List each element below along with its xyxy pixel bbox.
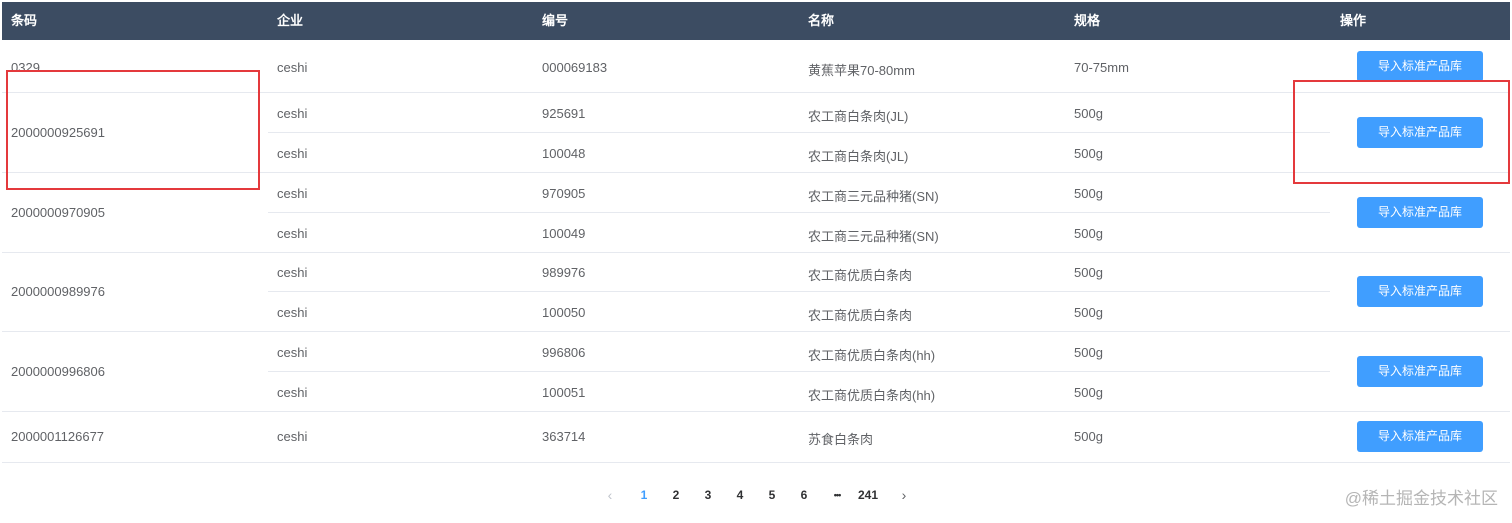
barcode-cell: 2000000970905 [11, 205, 105, 220]
code-cell: 363714 [542, 429, 586, 444]
code-cell: 000069183 [542, 60, 608, 75]
name-cell: 农工商优质白条肉(hh) [808, 348, 936, 363]
name-cell: 苏食白条肉 [808, 432, 874, 447]
import-standard-button[interactable]: 导入标准产品库 [1357, 197, 1483, 228]
barcode-cell: 2000000989976 [11, 284, 105, 299]
import-standard-button[interactable]: 导入标准产品库 [1357, 421, 1483, 452]
next-page-icon[interactable]: › [894, 485, 914, 505]
sub-row: ceshi 100050 农工商优质白条肉 500g [268, 292, 1330, 331]
company-cell: ceshi [277, 385, 308, 400]
code-cell: 925691 [542, 106, 586, 121]
page-2[interactable]: 2 [666, 485, 686, 505]
name-cell: 农工商白条肉(JL) [808, 149, 909, 164]
sub-row: ceshi 100049 农工商三元品种猪(SN) 500g [268, 213, 1330, 252]
name-cell: 农工商优质白条肉 [808, 308, 913, 323]
header-spec: 规格 [1074, 13, 1101, 28]
name-cell: 农工商优质白条肉(hh) [808, 388, 936, 403]
ellipsis-icon[interactable]: ••• [826, 485, 848, 505]
code-cell: 100051 [542, 385, 586, 400]
table-header: 条码 企业 编号 名称 规格 操作 [2, 2, 1510, 40]
code-cell: 100049 [542, 226, 586, 241]
header-barcode: 条码 [11, 13, 38, 28]
spec-cell: 500g [1074, 226, 1103, 241]
import-standard-button[interactable]: 导入标准产品库 [1357, 51, 1483, 82]
company-cell: ceshi [277, 305, 308, 320]
company-cell: ceshi [277, 345, 308, 360]
header-action: 操作 [1340, 13, 1367, 28]
annotation-box-barcode [6, 70, 260, 190]
header-code: 编号 [542, 13, 569, 28]
code-cell: 970905 [542, 186, 586, 201]
header-name: 名称 [808, 13, 835, 28]
sub-row: ceshi 100051 农工商优质白条肉(hh) 500g [268, 372, 1330, 411]
table-row: 2000000996806 ceshi 996806 农工商优质白条肉(hh) … [2, 332, 1510, 412]
code-cell: 100048 [542, 146, 586, 161]
table-row: 2000001126677 ceshi 363714 苏食白条肉 500g 导入… [2, 411, 1510, 463]
import-standard-button[interactable]: 导入标准产品库 [1357, 356, 1483, 387]
code-cell: 989976 [542, 265, 586, 280]
spec-cell: 500g [1074, 146, 1103, 161]
header-company: 企业 [277, 13, 304, 28]
spec-cell: 500g [1074, 106, 1103, 121]
import-standard-button[interactable]: 导入标准产品库 [1357, 276, 1483, 307]
sub-row: ceshi 925691 农工商白条肉(JL) 500g [268, 93, 1330, 133]
company-cell: ceshi [277, 60, 308, 75]
page-3[interactable]: 3 [698, 485, 718, 505]
page-4[interactable]: 4 [730, 485, 750, 505]
company-cell: ceshi [277, 265, 308, 280]
code-cell: 100050 [542, 305, 586, 320]
spec-cell: 500g [1074, 429, 1103, 444]
watermark: @稀土掘金技术社区 [1344, 489, 1498, 508]
spec-cell: 500g [1074, 305, 1103, 320]
company-cell: ceshi [277, 106, 308, 121]
spec-cell: 500g [1074, 265, 1103, 280]
name-cell: 黄蕉苹果70-80mm [808, 63, 915, 78]
sub-row: ceshi 970905 农工商三元品种猪(SN) 500g [268, 173, 1330, 213]
page-last[interactable]: 241 [854, 485, 882, 505]
spec-cell: 500g [1074, 385, 1103, 400]
page-5[interactable]: 5 [762, 485, 782, 505]
name-cell: 农工商三元品种猪(SN) [808, 229, 939, 244]
company-cell: ceshi [277, 186, 308, 201]
spec-cell: 70-75mm [1074, 60, 1129, 75]
name-cell: 农工商优质白条肉 [808, 268, 913, 283]
annotation-box-action [1293, 80, 1510, 184]
sub-row: ceshi 996806 农工商优质白条肉(hh) 500g [268, 332, 1330, 372]
table-row: 2000000989976 ceshi 989976 农工商优质白条肉 500g… [2, 252, 1510, 332]
company-cell: ceshi [277, 226, 308, 241]
name-cell: 农工商白条肉(JL) [808, 109, 909, 124]
barcode-cell: 2000001126677 [11, 429, 105, 444]
sub-row: ceshi 989976 农工商优质白条肉 500g [268, 252, 1330, 292]
prev-page-icon[interactable]: ‹ [600, 485, 620, 505]
company-cell: ceshi [277, 429, 308, 444]
page-6[interactable]: 6 [794, 485, 814, 505]
sub-row: ceshi 100048 农工商白条肉(JL) 500g [268, 133, 1330, 172]
name-cell: 农工商三元品种猪(SN) [808, 189, 939, 204]
barcode-cell: 2000000996806 [11, 364, 105, 379]
pagination: ‹ 1 2 3 4 5 6 ••• 241 › [0, 485, 1512, 505]
spec-cell: 500g [1074, 186, 1103, 201]
company-cell: ceshi [277, 146, 308, 161]
page-1[interactable]: 1 [634, 485, 654, 505]
code-cell: 996806 [542, 345, 586, 360]
spec-cell: 500g [1074, 345, 1103, 360]
